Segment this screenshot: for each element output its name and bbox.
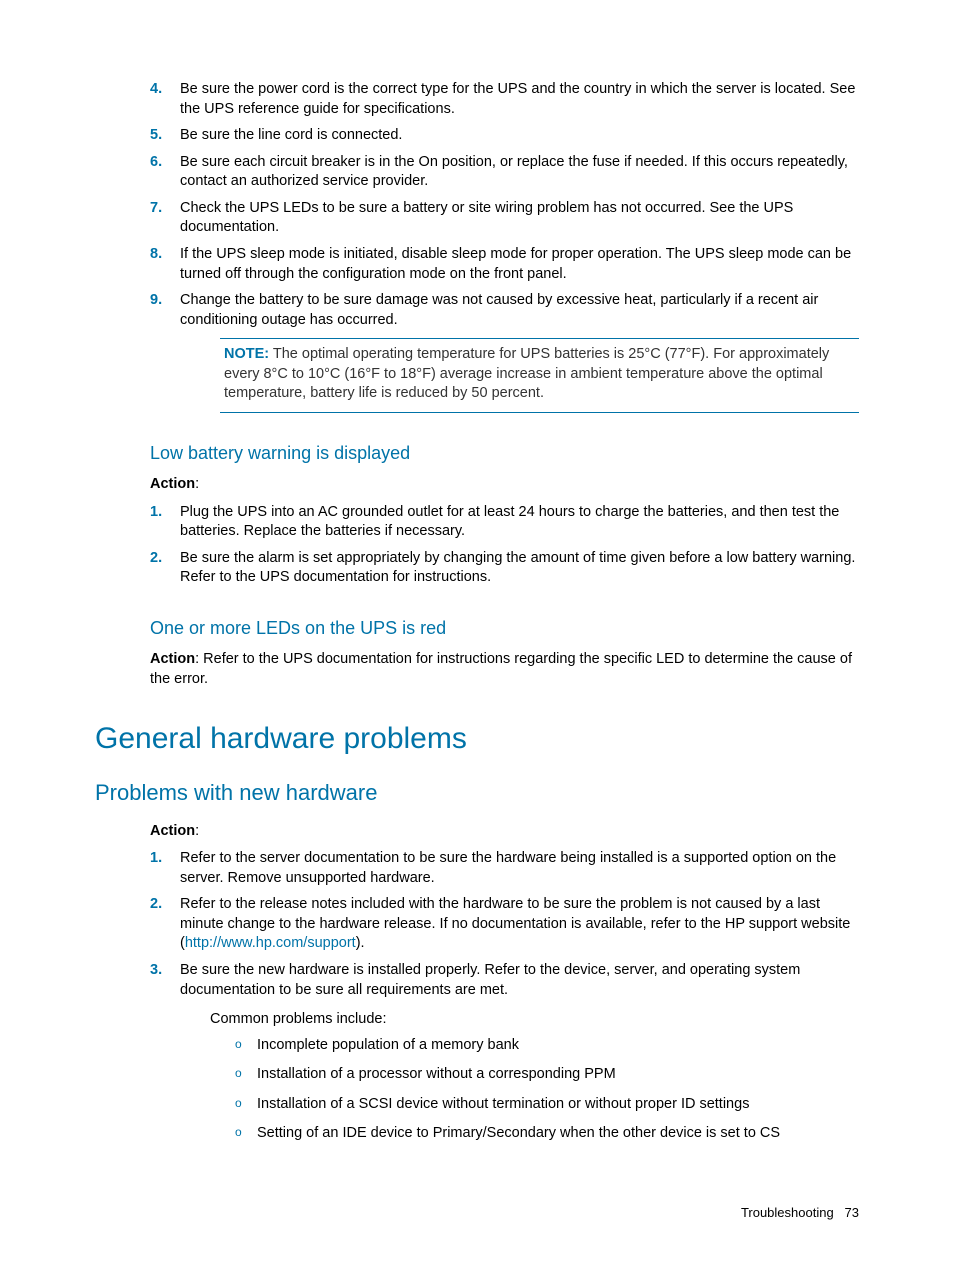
footer-page-number: 73 bbox=[845, 1205, 859, 1220]
heading-leds-red: One or more LEDs on the UPS is red bbox=[95, 616, 859, 640]
page-footer: Troubleshooting 73 bbox=[95, 1204, 859, 1222]
note-text: The optimal operating temperature for UP… bbox=[224, 346, 829, 401]
list-item: 2.Refer to the release notes included wi… bbox=[150, 895, 859, 954]
note-label: NOTE: bbox=[224, 346, 269, 362]
low-battery-list: 1.Plug the UPS into an AC grounded outle… bbox=[150, 503, 859, 588]
list-item: Installation of a processor without a co… bbox=[235, 1065, 859, 1085]
list-item: 4.Be sure the power cord is the correct … bbox=[150, 80, 859, 119]
ups-steps-list: 4.Be sure the power cord is the correct … bbox=[150, 80, 859, 330]
footer-section: Troubleshooting bbox=[741, 1205, 834, 1220]
list-item: 1.Refer to the server documentation to b… bbox=[150, 849, 859, 888]
list-item: 9.Change the battery to be sure damage w… bbox=[150, 291, 859, 330]
leds-action-text: Action: Refer to the UPS documentation f… bbox=[150, 650, 859, 689]
list-item: 7.Check the UPS LEDs to be sure a batter… bbox=[150, 199, 859, 238]
heading-low-battery: Low battery warning is displayed bbox=[95, 441, 859, 465]
action-line: Action: bbox=[150, 822, 859, 842]
heading-general-hardware: General hardware problems bbox=[95, 719, 859, 760]
list-item: Incomplete population of a memory bank bbox=[235, 1036, 859, 1056]
list-item: 6.Be sure each circuit breaker is in the… bbox=[150, 153, 859, 192]
common-problems-label: Common problems include: bbox=[210, 1010, 859, 1030]
new-hw-list: 1.Refer to the server documentation to b… bbox=[150, 849, 859, 1144]
note-box: NOTE: The optimal operating temperature … bbox=[220, 338, 859, 413]
common-problems-list: Incomplete population of a memory bank I… bbox=[235, 1036, 859, 1144]
list-item: 1.Plug the UPS into an AC grounded outle… bbox=[150, 503, 859, 542]
list-item: 2.Be sure the alarm is set appropriately… bbox=[150, 549, 859, 588]
list-item: 5.Be sure the line cord is connected. bbox=[150, 126, 859, 146]
list-item: 3.Be sure the new hardware is installed … bbox=[150, 961, 859, 1144]
list-item: 8.If the UPS sleep mode is initiated, di… bbox=[150, 245, 859, 284]
list-item: Setting of an IDE device to Primary/Seco… bbox=[235, 1124, 859, 1144]
hp-support-link[interactable]: http://www.hp.com/support bbox=[185, 935, 356, 951]
heading-new-hardware: Problems with new hardware bbox=[95, 778, 859, 808]
list-item: Installation of a SCSI device without te… bbox=[235, 1095, 859, 1115]
action-line: Action: bbox=[150, 475, 859, 495]
